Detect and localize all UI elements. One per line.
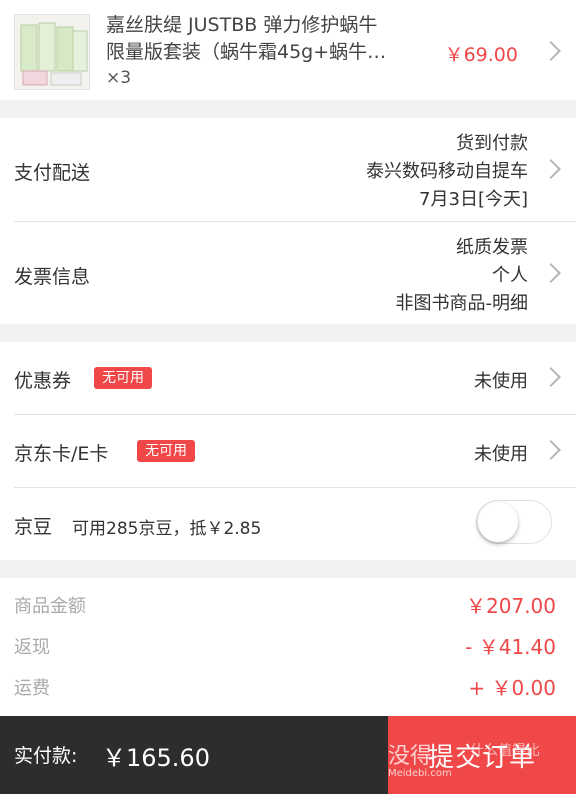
actual-payment-amount: ￥165.60 <box>102 744 210 772</box>
payment-delivery-row[interactable]: 支付配送 货到付款 泰兴数码移动自提车 7月3日[今天] <box>0 118 576 221</box>
cashback-value: - ￥41.40 <box>465 635 556 659</box>
product-name: 嘉丝肤缇 JUSTBB 弹力修护蜗牛 限量版套装（蜗牛霜45g+蜗牛… <box>106 12 426 66</box>
jdcard-label: 京东卡/E卡 <box>14 443 109 465</box>
jingdou-label: 京豆 <box>14 516 53 538</box>
coupon-row[interactable]: 优惠券 无可用 未使用 <box>0 342 576 414</box>
jdcard-row[interactable]: 京东卡/E卡 无可用 未使用 <box>0 415 576 487</box>
cashback-label: 返现 <box>14 637 50 658</box>
coupon-unavailable-badge: 无可用 <box>94 367 152 389</box>
chevron-right-icon <box>541 367 561 387</box>
shipping-label: 运费 <box>14 678 50 699</box>
payment-delivery-label: 支付配送 <box>14 162 91 184</box>
goods-amount-value: ￥207.00 <box>466 594 556 618</box>
watermark-text: 没得 <box>388 744 433 769</box>
checkout-bar: 实付款: ￥165.60 提交订单 没得 Meidebi.com 什么值得比 <box>0 716 576 794</box>
chevron-right-icon <box>541 440 561 460</box>
invoice-title: 个人 <box>492 265 528 286</box>
jdcard-status: 未使用 <box>474 444 528 465</box>
invoice-type: 纸质发票 <box>456 237 528 258</box>
invoice-label: 发票信息 <box>14 266 91 288</box>
payment-delivery-details: 货到付款 泰兴数码移动自提车 7月3日[今天] <box>366 130 528 214</box>
divider <box>14 487 576 488</box>
chevron-right-icon <box>541 41 561 61</box>
discount-section: 优惠券 无可用 未使用 京东卡/E卡 无可用 未使用 京豆 可用285京豆，抵￥… <box>0 342 576 560</box>
jingdou-toggle[interactable] <box>476 500 552 544</box>
product-quantity: ×3 <box>106 68 132 88</box>
coupon-label: 优惠券 <box>14 370 72 392</box>
product-thumbnail[interactable] <box>14 14 90 90</box>
delivery-date: 7月3日[今天] <box>419 189 528 210</box>
chevron-right-icon <box>541 159 561 179</box>
product-price: ￥69.00 <box>444 44 518 66</box>
jingdou-description: 可用285京豆，抵￥2.85 <box>72 519 262 539</box>
payment-method: 货到付款 <box>456 133 528 154</box>
payment-invoice-section: 支付配送 货到付款 泰兴数码移动自提车 7月3日[今天] 发票信息 纸质发票 个… <box>0 118 576 324</box>
product-name-line1: 嘉丝肤缇 JUSTBB 弹力修护蜗牛 <box>106 14 378 36</box>
chevron-right-icon <box>541 263 561 283</box>
product-name-line2: 限量版套装（蜗牛霜45g+蜗牛… <box>106 41 387 63</box>
goods-amount-label: 商品金额 <box>14 596 86 617</box>
price-summary: 商品金额 ￥207.00 返现 - ￥41.40 运费 + ￥0.00 <box>0 578 576 716</box>
actual-payment-label: 实付款: <box>14 745 78 767</box>
shipping-value: + ￥0.00 <box>468 676 556 700</box>
coupon-status: 未使用 <box>474 371 528 392</box>
watermark-url: Meidebi.com <box>388 768 452 779</box>
pickup-location: 泰兴数码移动自提车 <box>366 161 528 182</box>
jdcard-unavailable-badge: 无可用 <box>137 440 195 462</box>
watermark-right: 什么值得比 <box>470 743 540 759</box>
invoice-content: 非图书商品-明细 <box>395 293 529 314</box>
invoice-row[interactable]: 发票信息 纸质发票 个人 非图书商品-明细 <box>0 222 576 324</box>
invoice-details: 纸质发票 个人 非图书商品-明细 <box>396 234 529 318</box>
product-item[interactable]: 嘉丝肤缇 JUSTBB 弹力修护蜗牛 限量版套装（蜗牛霜45g+蜗牛… ×3 ￥… <box>0 0 576 100</box>
toggle-knob <box>478 502 518 542</box>
